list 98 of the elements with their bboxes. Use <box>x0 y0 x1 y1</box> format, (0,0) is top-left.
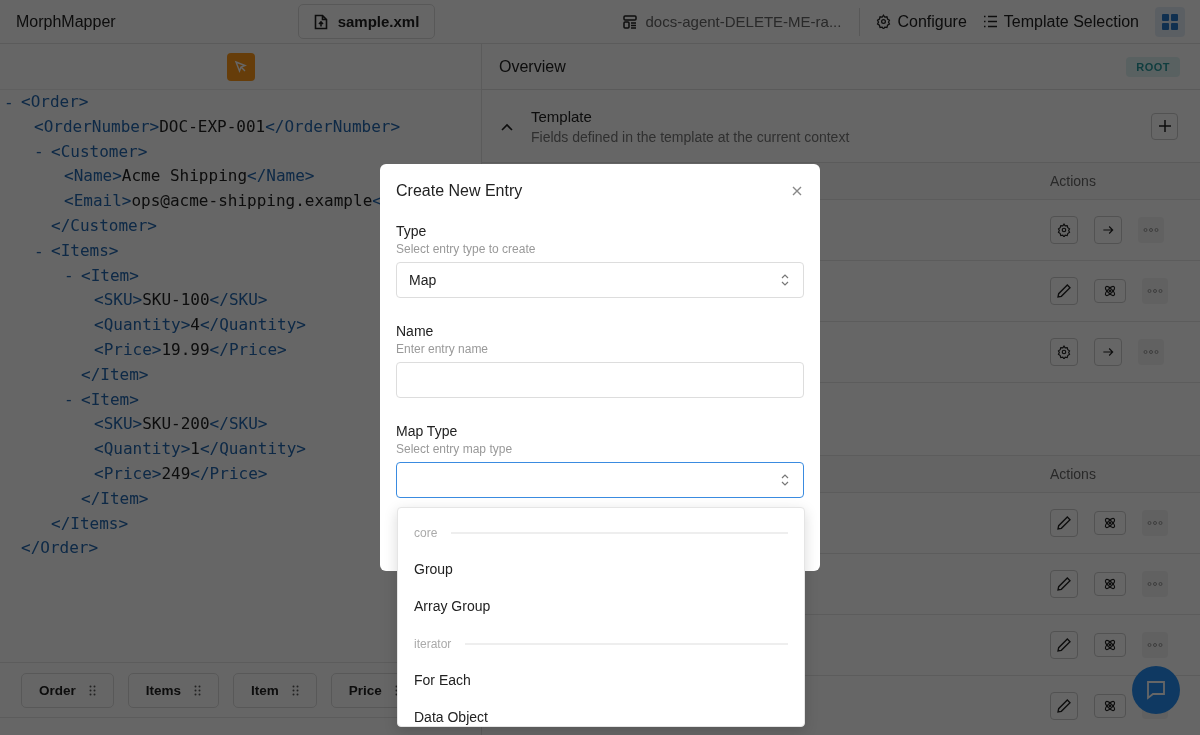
xml-tag: <Item> <box>81 387 139 413</box>
updown-icon <box>781 274 789 286</box>
arrow-button[interactable] <box>1094 216 1122 244</box>
collapse-toggle[interactable]: - <box>4 92 21 112</box>
edit-button[interactable] <box>1050 570 1078 598</box>
panel-title: Overview <box>499 57 566 76</box>
xml-tag: </Item> <box>81 362 149 388</box>
field-label: Map Type <box>396 422 459 441</box>
edit-button[interactable] <box>1050 509 1078 537</box>
xml-tag: <Order> <box>21 90 89 115</box>
field-label: Name <box>396 322 435 341</box>
configure-button[interactable]: Configure <box>876 12 967 31</box>
pencil-icon <box>1056 698 1072 714</box>
arrow-right-icon <box>1101 223 1115 237</box>
field-hint: Select entry map type <box>396 441 514 457</box>
edit-button[interactable] <box>1050 277 1078 305</box>
xml-tag: <Items> <box>51 238 119 264</box>
xml-line: <SKU>SKU-200</SKU> <box>94 413 268 436</box>
xml-line: <Quantity>1</Quantity> <box>94 438 306 461</box>
settings-icon <box>1057 223 1071 237</box>
list-icon <box>982 15 998 28</box>
input-field[interactable] <box>396 362 804 398</box>
xml-line: <Quantity>4</Quantity> <box>94 314 306 337</box>
file-button[interactable]: sample.xml <box>298 4 435 39</box>
dropdown-option[interactable]: Group <box>398 551 804 588</box>
template-icon <box>621 13 638 30</box>
field-label: Type <box>396 222 428 241</box>
select-field[interactable] <box>396 462 804 498</box>
pencil-icon <box>1056 283 1072 299</box>
atom-button[interactable] <box>1094 572 1126 596</box>
grid-icon <box>1162 13 1178 30</box>
pencil-icon <box>1056 637 1072 653</box>
group-label: core <box>414 525 438 540</box>
xml-line: <SKU>SKU-100</SKU> <box>94 289 268 312</box>
close-icon <box>792 186 802 196</box>
collapse-toggle[interactable]: - <box>34 142 51 162</box>
atom-button[interactable] <box>1094 694 1126 718</box>
close-button[interactable] <box>790 184 804 198</box>
atom-icon <box>1103 699 1117 713</box>
settings-button[interactable] <box>1050 216 1078 244</box>
dropdown-option[interactable]: Array Group <box>398 588 804 625</box>
collapse-toggle[interactable]: - <box>34 241 51 261</box>
atom-button[interactable] <box>1094 279 1126 303</box>
settings-icon <box>876 14 892 29</box>
xml-line: <Name>Acme Shipping</Name> <box>64 165 315 188</box>
dialog-title: Create New Entry <box>396 182 523 200</box>
field-hint: Select entry type to create <box>396 241 537 257</box>
atom-icon <box>1103 638 1117 652</box>
xml-tag: </Items> <box>51 511 129 537</box>
xml-tag: </Item> <box>81 486 149 512</box>
settings-button[interactable] <box>1050 338 1078 366</box>
collapse-button[interactable] <box>501 121 513 133</box>
settings-icon <box>1057 345 1071 359</box>
pencil-icon <box>1056 576 1072 592</box>
xml-tag: </Order> <box>21 536 99 562</box>
path-chip[interactable]: Order <box>21 672 114 708</box>
add-button[interactable] <box>1151 112 1178 140</box>
drag-handle-icon <box>88 684 96 696</box>
path-chip[interactable]: Items <box>127 672 220 708</box>
atom-icon <box>1103 577 1117 591</box>
xml-line: <Price>249</Price> <box>94 462 268 485</box>
chat-bubble-icon <box>1146 680 1166 700</box>
arrow-button[interactable] <box>1094 338 1122 366</box>
column-header: Actions <box>1050 173 1097 189</box>
atom-button[interactable] <box>1094 511 1126 535</box>
atom-icon <box>1103 516 1117 530</box>
chevron-up-icon <box>501 123 513 131</box>
app-title: MorphMapper <box>15 12 117 31</box>
pencil-icon <box>1056 515 1072 531</box>
updown-icon <box>781 474 789 486</box>
collapse-toggle[interactable]: - <box>64 266 81 286</box>
edit-button[interactable] <box>1050 631 1078 659</box>
path-chip[interactable]: Item <box>233 672 317 708</box>
atom-icon <box>1103 284 1117 298</box>
layout-button[interactable] <box>1155 6 1185 37</box>
file-upload-icon <box>313 13 328 30</box>
template-selection-button[interactable]: Template Selection <box>982 12 1139 31</box>
column-header: Actions <box>1050 466 1097 482</box>
edit-button[interactable] <box>1050 692 1078 720</box>
xml-tag: </Customer> <box>51 214 157 239</box>
xml-tag: <Customer> <box>51 139 148 165</box>
section-title: Template <box>531 107 593 125</box>
collapse-toggle[interactable]: - <box>64 390 81 410</box>
xml-line: <OrderNumber>DOC-EXP-001</OrderNumber> <box>34 115 401 138</box>
group-label: iterator <box>414 636 452 651</box>
select-field[interactable]: Map <box>396 262 804 298</box>
field-hint: Enter entry name <box>396 341 490 357</box>
atom-button[interactable] <box>1094 633 1126 657</box>
plus-icon <box>1158 120 1171 132</box>
drag-handle-icon <box>194 684 202 696</box>
chat-button[interactable] <box>1132 666 1180 714</box>
workspace-name[interactable]: docs-agent-DELETE-ME-ra... <box>645 13 842 30</box>
cursor-icon <box>233 59 248 74</box>
xml-line: <Price>19.99</Price> <box>94 338 287 361</box>
context-badge: ROOT <box>1126 56 1180 77</box>
drag-handle-icon <box>291 684 299 696</box>
xml-tag: <Item> <box>81 263 139 289</box>
arrow-right-icon <box>1101 345 1115 359</box>
